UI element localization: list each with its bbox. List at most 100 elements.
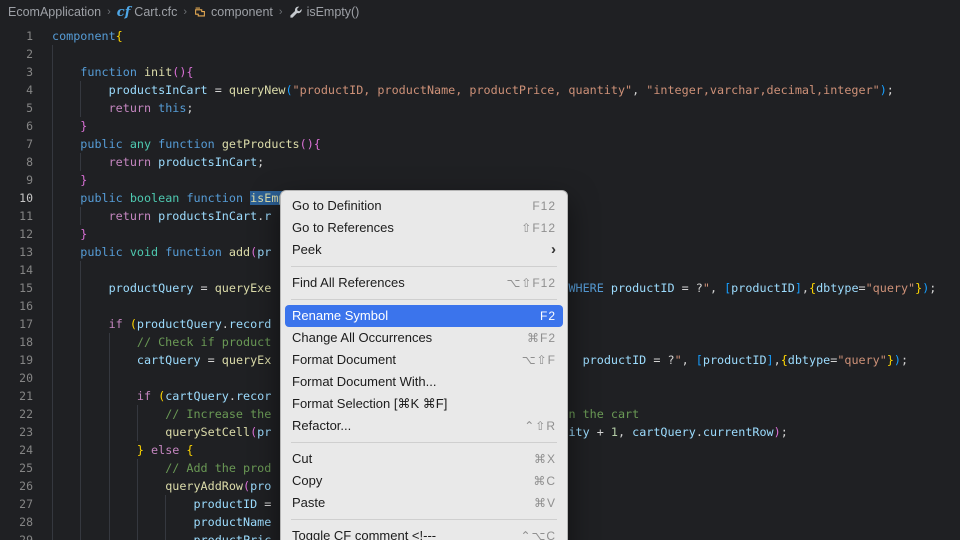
menu-item-refactor[interactable]: Refactor...⌃⇧R [285, 415, 563, 437]
code-token: ; [186, 101, 193, 115]
line-number: 14 [0, 261, 33, 279]
code-token [52, 227, 80, 241]
menu-item-change-all-occurrences[interactable]: Change All Occurrences⌘F2 [285, 327, 563, 349]
code-token: // Check if product [137, 335, 271, 349]
menu-item-label: Peek [292, 239, 551, 261]
indent-guide [165, 531, 166, 540]
line-number: 27 [0, 495, 33, 513]
code-token: dbtype [788, 353, 830, 367]
code-token: function [158, 137, 215, 151]
indent-guide [109, 513, 110, 531]
breadcrumb-separator: › [279, 6, 283, 18]
code-token: ; [781, 425, 788, 439]
menu-item-cut[interactable]: Cut⌘X [285, 448, 563, 470]
indent-guide [52, 207, 53, 225]
code-token: else [151, 443, 179, 457]
code-token: any [130, 137, 151, 151]
indent-guide [52, 531, 53, 540]
menu-item-copy[interactable]: Copy⌘C [285, 470, 563, 492]
code-token [52, 353, 137, 367]
code-token: // Increase the [165, 407, 271, 421]
indent-guide [80, 81, 81, 99]
line-number: 9 [0, 171, 33, 189]
menu-item-label: Toggle CF comment <!--- [292, 525, 520, 540]
indent-guide [52, 369, 53, 387]
code-token: = [257, 497, 271, 511]
menu-item-label: Copy [292, 470, 533, 492]
line-number: 17 [0, 315, 33, 333]
code-line[interactable]: 5 return this; [0, 99, 960, 117]
code-token: " [675, 353, 682, 367]
breadcrumb-item-component[interactable]: component [193, 5, 273, 19]
menu-item-format-document[interactable]: Format Document⌥⇧F [285, 349, 563, 371]
submenu-arrow-icon: › [551, 240, 556, 260]
code-token: queryAddRow [165, 479, 243, 493]
menu-item-format-document-with[interactable]: Format Document With... [285, 371, 563, 393]
code-token: = [859, 281, 866, 295]
menu-item-go-to-references[interactable]: Go to References⇧F12 [285, 217, 563, 239]
menu-item-paste[interactable]: Paste⌘V [285, 492, 563, 514]
indent-guide [52, 351, 53, 369]
indent-guide [52, 405, 53, 423]
indent-guide [80, 531, 81, 540]
code-token: pr [257, 245, 271, 259]
menu-item-find-all-references[interactable]: Find All References⌥⇧F12 [285, 272, 563, 294]
indent-guide [137, 495, 138, 513]
code-line[interactable]: 8 return productsInCart; [0, 153, 960, 171]
line-text: productsInCart = queryNew("productID, pr… [52, 81, 960, 99]
code-token: (){ [300, 137, 321, 151]
breadcrumb-item-file[interactable]: cf Cart.cfc [117, 5, 178, 19]
code-token: "query" [837, 353, 887, 367]
code-token: , [802, 281, 809, 295]
context-menu: Go to DefinitionF12Go to References⇧F12P… [280, 190, 568, 540]
menu-item-peek[interactable]: Peek› [285, 239, 563, 261]
code-line[interactable]: 3 function init(){ [0, 63, 960, 81]
code-line[interactable]: 4 productsInCart = queryNew("productID, … [0, 81, 960, 99]
indent-guide [52, 477, 53, 495]
breadcrumb-label: component [211, 5, 273, 19]
code-token: } [80, 119, 87, 133]
indent-guide [109, 495, 110, 513]
menu-item-toggle-cf-comment[interactable]: Toggle CF comment <!---⌃⌥C [285, 525, 563, 540]
code-token: "productID, productName, productPrice, q… [293, 83, 633, 97]
indent-guide [52, 315, 53, 333]
code-line[interactable]: 1component{ [0, 27, 960, 45]
menu-item-label: Format Selection [⌘K ⌘F] [292, 393, 556, 415]
code-token: cartQuery [165, 389, 229, 403]
indent-guide [52, 45, 53, 63]
code-token: ; [901, 353, 908, 367]
indent-guide [52, 81, 53, 99]
code-line[interactable]: 9 } [0, 171, 960, 189]
code-token: ( [285, 83, 292, 97]
code-token [52, 119, 80, 133]
code-token [52, 497, 193, 511]
code-line[interactable]: 6 } [0, 117, 960, 135]
breadcrumb-separator: › [107, 6, 111, 18]
indent-guide [52, 225, 53, 243]
line-number: 10 [0, 189, 33, 207]
line-number: 4 [0, 81, 33, 99]
breadcrumb-label: isEmpty() [307, 5, 360, 19]
code-token [52, 191, 80, 205]
indent-guide [80, 153, 81, 171]
breadcrumb-item-method[interactable]: isEmpty() [289, 5, 360, 19]
menu-item-rename-symbol[interactable]: Rename SymbolF2 [285, 305, 563, 327]
menu-item-format-selection-k-f[interactable]: Format Selection [⌘K ⌘F] [285, 393, 563, 415]
menu-item-go-to-definition[interactable]: Go to DefinitionF12 [285, 195, 563, 217]
breadcrumb-item-project[interactable]: EcomApplication [8, 5, 101, 19]
code-token: recor [236, 389, 271, 403]
indent-guide [109, 369, 110, 387]
breadcrumb-label: EcomApplication [8, 5, 101, 19]
code-line[interactable]: 2 [0, 45, 960, 63]
code-token: = [201, 353, 222, 367]
line-text [52, 45, 960, 63]
code-token: WHERE [568, 281, 603, 295]
indent-guide [80, 495, 81, 513]
menu-separator [291, 442, 557, 443]
code-line[interactable]: 7 public any function getProducts(){ [0, 135, 960, 153]
code-token [137, 65, 144, 79]
indent-guide [52, 441, 53, 459]
code-token: . [229, 389, 236, 403]
code-token: "integer,varchar,decimal,integer" [646, 83, 879, 97]
cf-file-icon: cf [117, 6, 131, 19]
